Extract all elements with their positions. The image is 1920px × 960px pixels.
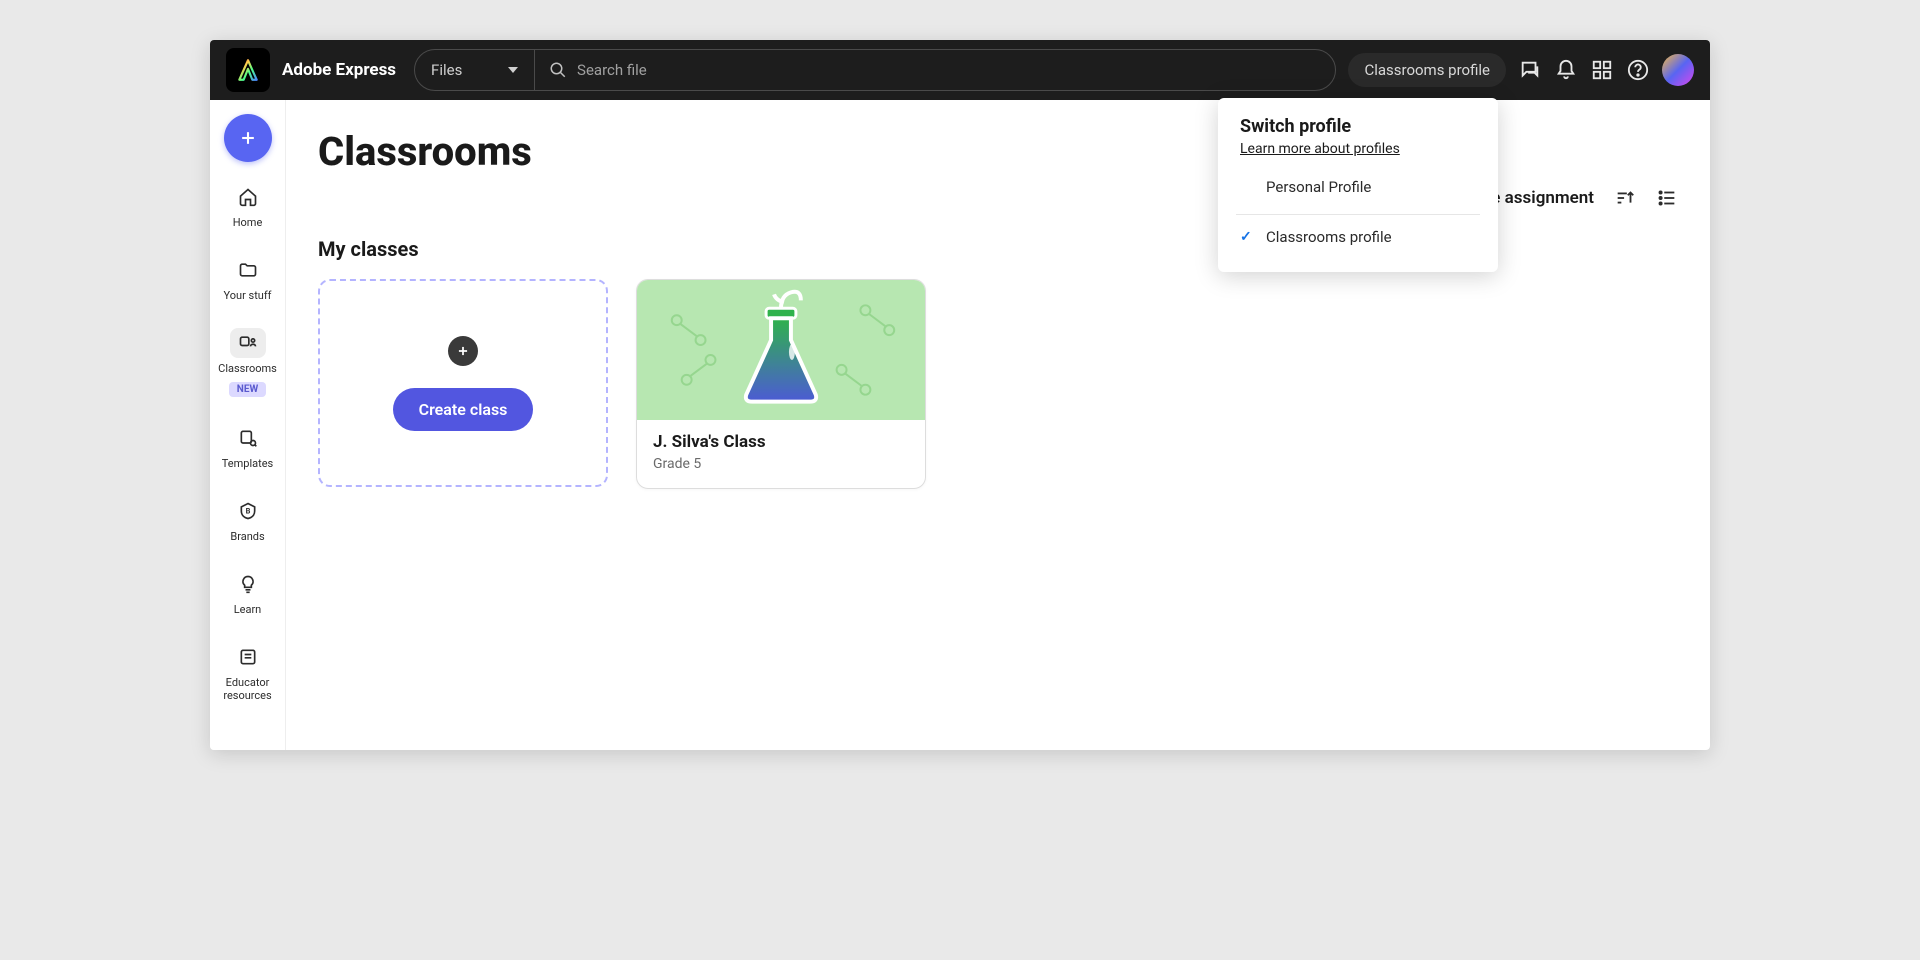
sidebar-item-templates[interactable]: Templates [210,417,285,476]
class-card[interactable]: J. Silva's Class Grade 5 [636,279,926,489]
profile-option-classrooms[interactable]: ✓ Classrooms profile [1240,215,1476,258]
sidebar-item-label: Templates [222,457,273,470]
search-area [535,61,1335,79]
sidebar-item-learn[interactable]: Learn [210,563,285,622]
sidebar-item-label: Educator resources [210,676,285,702]
app-title: Adobe Express [282,60,396,80]
create-class-card[interactable]: Create class [318,279,608,487]
chevron-down-icon [508,67,518,73]
adobe-logo-icon [235,57,261,83]
educator-resources-icon [230,642,266,672]
sidebar-item-home[interactable]: Home [210,176,285,235]
sidebar-item-classrooms[interactable]: Classrooms NEW [210,322,285,402]
sidebar-item-label: Classrooms [218,362,277,375]
class-info: J. Silva's Class Grade 5 [637,420,925,488]
sidebar: Home Your stuff Classrooms NEW Templates… [210,100,286,750]
check-icon: ✓ [1240,229,1256,245]
profile-option-label: Personal Profile [1266,178,1371,196]
learn-more-link[interactable]: Learn more about profiles [1240,141,1400,157]
chat-icon[interactable] [1518,58,1542,82]
svg-text:B: B [245,506,250,515]
templates-icon [230,423,266,453]
classes-row: Create class [318,279,1678,489]
user-avatar[interactable] [1662,54,1694,86]
plus-icon [238,128,258,148]
new-badge: NEW [229,382,266,397]
home-icon [230,182,266,212]
beaker-icon [637,280,925,420]
search-scope-label: Files [431,61,462,79]
folder-icon [230,255,266,285]
search-input[interactable] [577,61,1321,79]
sidebar-item-brands[interactable]: B Brands [210,490,285,549]
profile-option-personal[interactable]: Personal Profile [1240,165,1476,208]
sidebar-item-label: Learn [234,603,262,616]
sort-icon[interactable] [1614,187,1636,209]
search-scope-dropdown[interactable]: Files [415,50,535,90]
profile-switcher-button[interactable]: Classrooms profile [1348,53,1506,87]
learn-icon [230,569,266,599]
notifications-icon[interactable] [1554,58,1578,82]
switch-profile-dropdown: Switch profile Learn more about profiles… [1218,98,1498,272]
profile-option-label: Classrooms profile [1266,228,1392,246]
adobe-logo[interactable] [226,48,270,92]
search-icon [549,61,567,79]
sidebar-item-label: Your stuff [223,289,271,302]
class-name: J. Silva's Class [653,432,909,452]
search-group: Files [414,49,1336,91]
topbar: Adobe Express Files Classrooms profile [210,40,1710,100]
app-window: Adobe Express Files Classrooms profile [210,40,1710,750]
classrooms-icon [230,328,266,358]
sidebar-item-label: Brands [230,530,264,543]
create-class-button[interactable]: Create class [393,388,534,431]
class-thumbnail [637,280,925,420]
sidebar-item-label: Home [233,216,263,229]
class-subtitle: Grade 5 [653,456,909,472]
help-icon[interactable] [1626,58,1650,82]
create-fab-button[interactable] [224,114,272,162]
brands-icon: B [230,496,266,526]
sidebar-item-educator-resources[interactable]: Educator resources [210,636,285,708]
dropdown-title: Switch profile [1240,116,1476,137]
apps-grid-icon[interactable] [1590,58,1614,82]
sidebar-item-your-stuff[interactable]: Your stuff [210,249,285,308]
plus-circle-icon [448,336,478,366]
list-view-icon[interactable] [1656,187,1678,209]
